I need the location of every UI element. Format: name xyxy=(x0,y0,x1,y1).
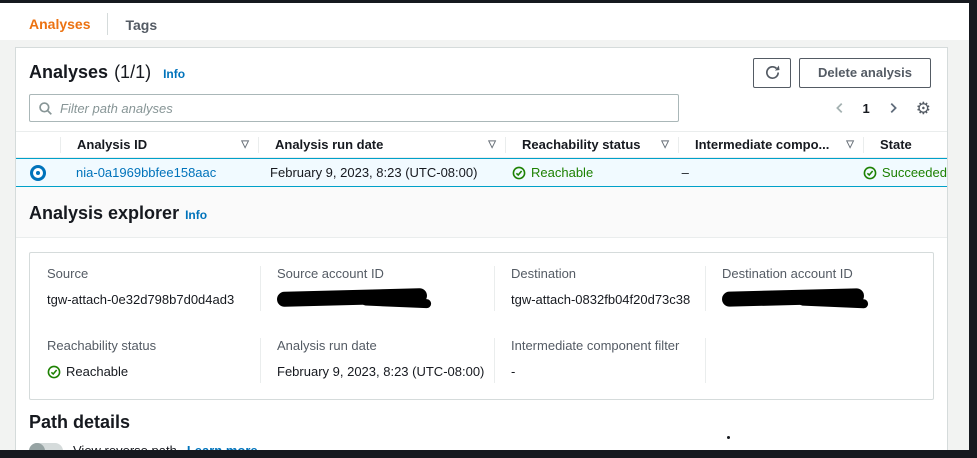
sort-icon[interactable]: ▽ xyxy=(661,139,669,150)
refresh-icon xyxy=(764,64,781,81)
state-status-text: Succeeded xyxy=(881,165,947,180)
screenshot-border-bottom xyxy=(0,450,977,458)
panel-count: (1/1) xyxy=(114,62,152,82)
redacted-value xyxy=(721,288,865,307)
destination-value: tgw-attach-0832fb04f20d73c38 xyxy=(511,292,691,307)
destination-label: Destination xyxy=(511,266,577,281)
source-account-label: Source account ID xyxy=(277,266,384,281)
sort-icon[interactable]: ▽ xyxy=(241,139,249,150)
next-page-icon[interactable] xyxy=(886,101,900,115)
preferences-gear-icon[interactable]: ⚙ xyxy=(916,100,931,117)
column-header-analysis-id[interactable]: Analysis ID ▽ xyxy=(61,132,259,157)
redacted-value xyxy=(276,288,428,307)
search-icon xyxy=(38,101,53,121)
table-row[interactable]: nia-0a1969bbfee158aac February 9, 2023, … xyxy=(16,158,947,187)
filter-analyses-input[interactable] xyxy=(29,94,679,122)
analysis-id-cell: nia-0a1969bbfee158aac xyxy=(60,165,254,180)
column-header-reachability[interactable]: Reachability status ▽ xyxy=(506,132,679,157)
column-header-run-date[interactable]: Analysis run date ▽ xyxy=(259,132,506,157)
source-value: tgw-attach-0e32d798b7d0d4ad3 xyxy=(47,292,235,307)
reachability-status-field: Reachability status Reachable xyxy=(30,338,260,383)
panel-title: Analyses xyxy=(29,62,109,82)
source-field: Source tgw-attach-0e32d798b7d0d4ad3 xyxy=(30,266,260,311)
reachability-status-label: Reachability status xyxy=(47,337,157,353)
table-tools-row: 1 ⚙ xyxy=(16,88,947,122)
intermediate-cell: – xyxy=(681,165,689,180)
page-background: Analyses (1/1) Info Delete analysis Filt… xyxy=(0,40,969,458)
analyses-info-link[interactable]: Info xyxy=(163,67,185,81)
check-circle-icon xyxy=(512,166,526,180)
column-label: Intermediate compo... xyxy=(695,137,830,152)
source-label: Source xyxy=(47,266,89,281)
run-date-field: Analysis run date February 9, 2023, 8:23… xyxy=(260,337,494,383)
intermediate-filter-value: - xyxy=(511,363,516,379)
screenshot-border-right xyxy=(969,0,977,458)
analysis-id-link[interactable]: nia-0a1969bbfee158aac xyxy=(76,165,216,180)
delete-analysis-button[interactable]: Delete analysis xyxy=(799,57,931,88)
previous-page-icon[interactable] xyxy=(833,101,847,115)
sort-icon[interactable]: ▽ xyxy=(846,139,854,150)
analysis-explorer-body: Source tgw-attach-0e32d798b7d0d4ad3 Sour… xyxy=(16,238,947,400)
reachability-status-text: Reachable xyxy=(531,165,594,180)
check-circle-icon xyxy=(863,166,877,180)
source-account-field: Source account ID xyxy=(260,266,494,311)
destination-account-label: Destination account ID xyxy=(722,266,853,281)
column-label: State xyxy=(880,137,912,152)
tab-tags[interactable]: Tags xyxy=(108,11,174,42)
column-header-intermediate[interactable]: Intermediate compo... ▽ xyxy=(679,132,864,157)
row-radio-selected[interactable] xyxy=(30,164,46,181)
column-label: Analysis ID xyxy=(77,137,148,152)
intermediate-filter-label: Intermediate component filter xyxy=(511,337,680,353)
analyses-table: Analysis ID ▽ Analysis run date ▽ Reacha… xyxy=(16,131,947,187)
selection-column-header xyxy=(16,132,61,157)
refresh-button[interactable] xyxy=(753,57,792,88)
screenshot-border-top xyxy=(0,0,977,3)
explorer-detail-card: Source tgw-attach-0e32d798b7d0d4ad3 Sour… xyxy=(29,252,934,400)
current-page-number[interactable]: 1 xyxy=(863,101,870,116)
tab-analyses[interactable]: Analyses xyxy=(12,10,108,44)
empty-field xyxy=(705,337,933,383)
explorer-info-link[interactable]: Info xyxy=(185,208,207,222)
tab-bar: Analyses Tags xyxy=(0,0,969,44)
table-header-row: Analysis ID ▽ Analysis run date ▽ Reacha… xyxy=(16,131,947,158)
column-header-state[interactable]: State xyxy=(864,132,947,157)
path-details-title: Path details xyxy=(29,411,131,432)
intermediate-filter-field: Intermediate component filter - xyxy=(494,337,705,383)
row-select-cell xyxy=(16,164,60,181)
pagination: 1 ⚙ xyxy=(833,100,931,117)
sort-icon[interactable]: ▽ xyxy=(488,139,496,150)
check-circle-icon xyxy=(47,365,61,379)
reachability-status-value: Reachable xyxy=(66,363,129,379)
run-date-value: February 9, 2023, 8:23 (UTC-08:00) xyxy=(277,363,485,379)
run-date-cell: February 9, 2023, 8:23 (UTC-08:00) xyxy=(270,165,478,180)
column-label: Reachability status xyxy=(522,137,641,152)
reachability-cell: Reachable xyxy=(496,165,666,180)
run-date-label: Analysis run date xyxy=(277,337,377,353)
dot-artifact xyxy=(727,436,730,439)
analyses-panel: Analyses (1/1) Info Delete analysis Filt… xyxy=(15,47,948,458)
destination-field: Destination tgw-attach-0832fb04f20d73c38 xyxy=(494,266,705,311)
column-label: Analysis run date xyxy=(275,137,384,152)
panel-header: Analyses (1/1) Info Delete analysis xyxy=(16,48,947,88)
analysis-explorer-title: Analysis explorer xyxy=(29,203,180,223)
destination-account-field: Destination account ID xyxy=(705,266,933,311)
analysis-explorer-header: Analysis explorer Info xyxy=(16,187,947,238)
state-cell: Succeeded xyxy=(847,165,947,180)
